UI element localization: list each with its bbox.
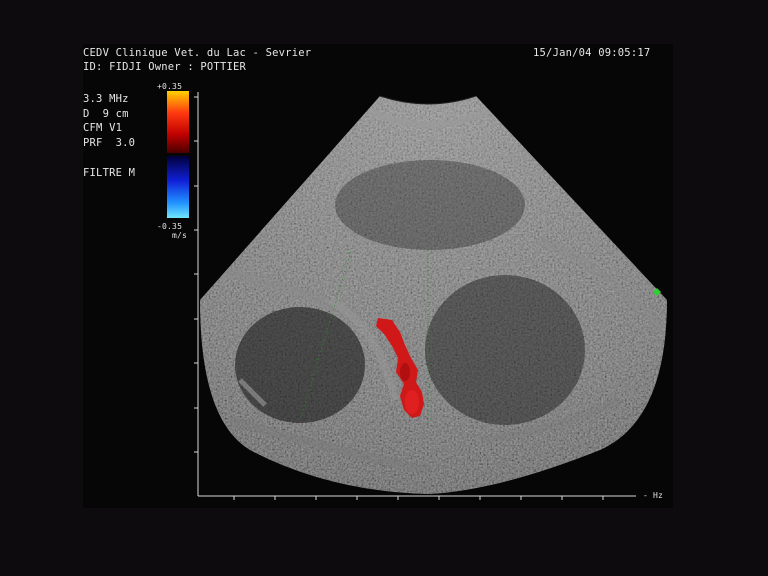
depth-scale xyxy=(194,92,199,496)
ultrasound-graphics xyxy=(167,91,667,500)
bottom-axis xyxy=(198,495,636,500)
ultrasound-sector xyxy=(200,96,667,494)
color-velocity-scale xyxy=(167,91,189,218)
